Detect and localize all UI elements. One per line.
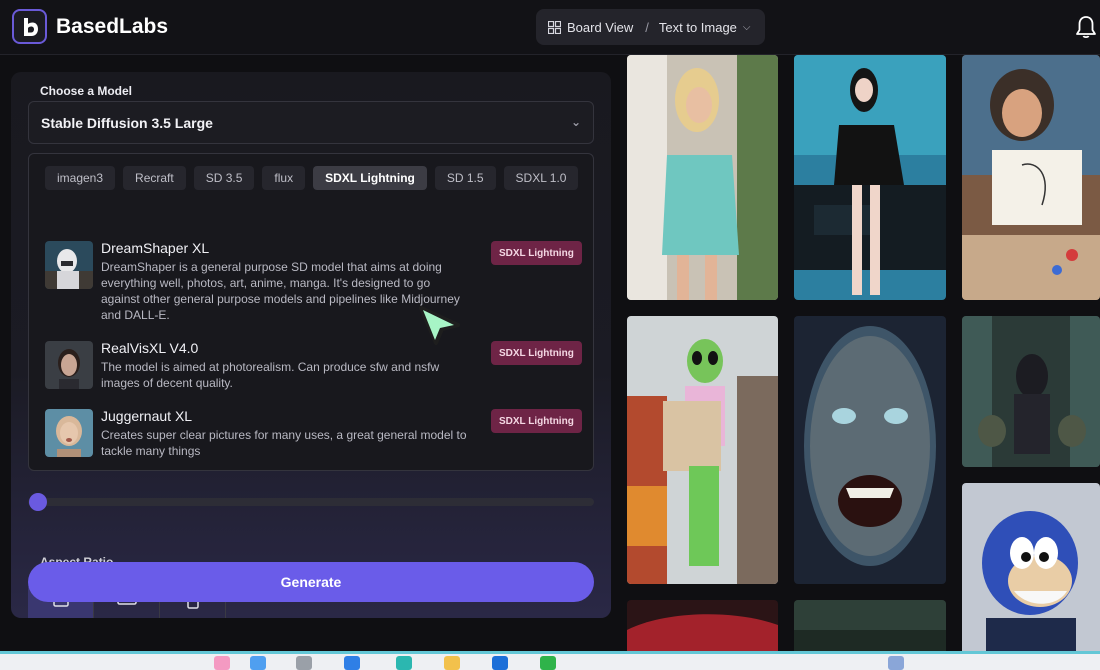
chip-sd15[interactable]: SD 1.5 — [434, 166, 496, 190]
bell-icon[interactable] — [1075, 15, 1097, 44]
model-badge: SDXL Lightning — [491, 241, 582, 265]
selected-model: Stable Diffusion 3.5 Large — [41, 114, 213, 131]
chevron-down-icon[interactable]: ⌵ — [743, 22, 751, 33]
model-title: DreamShaper XL — [101, 240, 210, 256]
model-item-realvisxl[interactable]: RealVisXL V4.0 The model is aimed at pho… — [45, 340, 585, 391]
model-thumbnail — [45, 241, 93, 289]
model-description: Creates super clear pictures for many us… — [101, 428, 467, 458]
gallery-image[interactable] — [794, 316, 946, 584]
model-description: DreamShaper is a general purpose SD mode… — [101, 260, 460, 322]
category-chips: imagen3 Recraft SD 3.5 flux SDXL Lightni… — [45, 166, 585, 190]
grid-icon — [548, 20, 561, 34]
chip-recraft[interactable]: Recraft — [123, 166, 186, 190]
generator-panel: Choose a Model Stable Diffusion 3.5 Larg… — [11, 72, 611, 618]
chat-icon[interactable] — [540, 656, 556, 670]
notification-icon[interactable] — [888, 656, 904, 670]
model-item-juggernaut[interactable]: Juggernaut XL Creates super clear pictur… — [45, 408, 585, 459]
gallery-image[interactable] — [962, 316, 1100, 467]
model-badge: SDXL Lightning — [491, 409, 582, 433]
model-select[interactable]: Stable Diffusion 3.5 Large ⌄ — [28, 101, 594, 144]
model-description: The model is aimed at photorealism. Can … — [101, 360, 440, 390]
gallery-image[interactable] — [627, 600, 778, 655]
chip-sdxl-lightning[interactable]: SDXL Lightning — [313, 166, 427, 190]
taskview-icon[interactable] — [296, 656, 312, 670]
edge-icon[interactable] — [344, 656, 360, 670]
gallery-image[interactable] — [627, 55, 778, 300]
chevron-down-icon: ⌄ — [570, 115, 581, 129]
slider-track[interactable] — [28, 498, 594, 506]
gallery-image[interactable] — [962, 55, 1100, 300]
chip-sdxl10[interactable]: SDXL 1.0 — [503, 166, 579, 190]
image-gallery — [620, 55, 1100, 655]
cursor-icon — [418, 305, 462, 350]
gallery-image[interactable] — [794, 55, 946, 300]
logo-icon[interactable] — [12, 9, 47, 44]
chip-flux[interactable]: flux — [262, 166, 306, 190]
store-icon[interactable] — [492, 656, 508, 670]
chip-imagen3[interactable]: imagen3 — [45, 166, 116, 190]
slider-handle[interactable] — [29, 493, 47, 511]
model-item-dreamshaper[interactable]: DreamShaper XL DreamShaper is a general … — [45, 240, 585, 322]
top-bar: BasedLabs Board View / Text to Image ⌵ — [0, 0, 1100, 55]
model-title: Juggernaut XL — [101, 408, 193, 424]
folder-icon[interactable] — [444, 656, 460, 670]
breadcrumb-separator: / — [645, 19, 649, 35]
gallery-image[interactable] — [962, 483, 1100, 655]
os-taskbar — [0, 651, 1100, 670]
chip-sd35[interactable]: SD 3.5 — [193, 166, 255, 190]
gallery-image[interactable] — [794, 600, 946, 655]
breadcrumb-current[interactable]: Text to Image — [659, 20, 737, 35]
generate-button[interactable]: Generate — [28, 562, 594, 602]
paint-icon[interactable] — [250, 656, 266, 670]
model-badge: SDXL Lightning — [491, 341, 582, 365]
model-label: Choose a Model — [40, 84, 133, 98]
breadcrumb-board-view[interactable]: Board View — [567, 20, 633, 35]
model-title: RealVisXL V4.0 — [101, 340, 199, 356]
model-dropdown: imagen3 Recraft SD 3.5 flux SDXL Lightni… — [28, 153, 594, 471]
app-window: BasedLabs Board View / Text to Image ⌵ C… — [0, 0, 1100, 670]
model-thumbnail — [45, 341, 93, 389]
flower-icon[interactable] — [214, 656, 230, 670]
gallery-image[interactable] — [627, 316, 778, 584]
model-thumbnail — [45, 409, 93, 457]
browser-icon[interactable] — [396, 656, 412, 670]
breadcrumb: Board View / Text to Image ⌵ — [536, 9, 765, 45]
app-name[interactable]: BasedLabs — [56, 15, 168, 39]
